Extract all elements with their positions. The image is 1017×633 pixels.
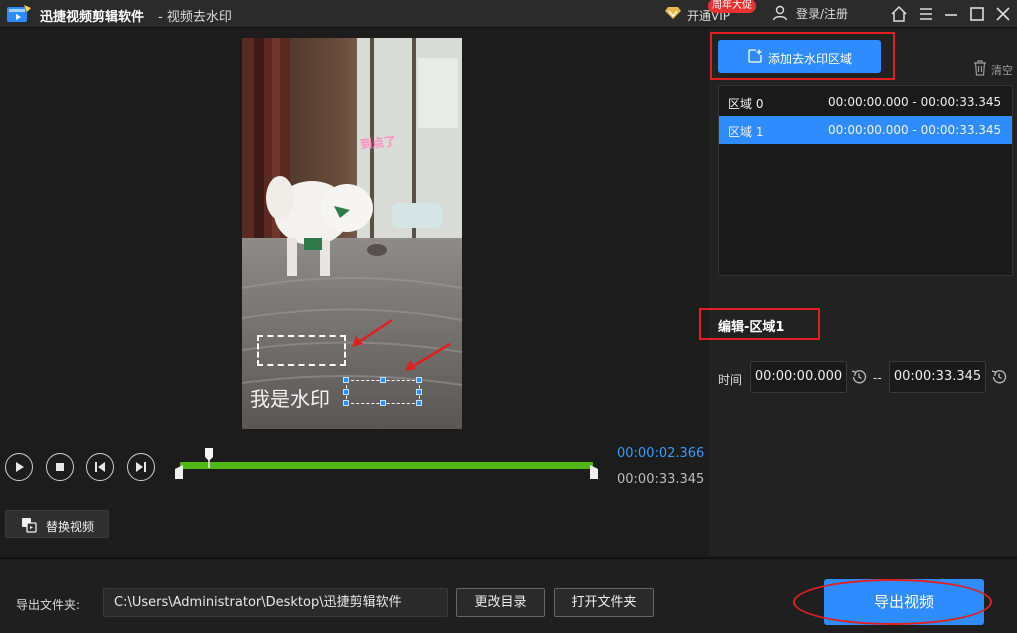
resize-handle[interactable] — [343, 389, 349, 395]
time-label: 时间 — [718, 373, 743, 387]
play-icon — [16, 462, 24, 472]
play-button[interactable] — [5, 453, 33, 481]
playhead-handle[interactable] — [204, 448, 214, 468]
clear-label: 清空 — [991, 64, 1013, 77]
replace-video-label: 替换视频 — [46, 520, 95, 534]
home-icon — [891, 5, 907, 22]
resize-handle[interactable] — [343, 400, 349, 406]
total-time: 00:00:33.345 — [617, 472, 705, 487]
maximize-button[interactable] — [966, 3, 988, 25]
title-bar: 迅捷视频剪辑软件 - 视频去水印 开通VIP 周年大促 登录/注册 — [0, 0, 1017, 28]
resize-handle[interactable] — [343, 377, 349, 383]
menu-icon — [920, 8, 932, 20]
close-icon — [996, 7, 1010, 21]
video-preview[interactable]: 到点了 我是水印 — [242, 38, 462, 429]
annotation-box-edit — [699, 308, 820, 340]
next-frame-button[interactable] — [127, 453, 155, 481]
next-frame-icon — [136, 462, 146, 472]
range-end-handle[interactable] — [590, 465, 598, 479]
minimize-button[interactable] — [940, 3, 962, 25]
end-time-input[interactable]: 00:00:33.345 — [889, 361, 986, 393]
region-list: 区域 0 00:00:00.000 - 00:00:33.345 区域 1 00… — [718, 85, 1013, 276]
timeline-track[interactable] — [180, 462, 593, 469]
time-separator: -- — [873, 371, 882, 385]
resize-handle[interactable] — [416, 400, 422, 406]
home-button[interactable] — [888, 3, 910, 25]
export-path-input[interactable]: C:\Users\Administrator\Desktop\迅捷剪辑软件 — [103, 588, 448, 617]
resize-handle[interactable] — [416, 389, 422, 395]
region-row-1[interactable]: 区域 1 00:00:00.000 - 00:00:33.345 — [719, 116, 1012, 144]
reset-end-time-icon[interactable] — [990, 368, 1008, 386]
region-name: 区域 0 — [728, 97, 764, 111]
timeline[interactable] — [175, 448, 605, 484]
regions-panel: 添加去水印区域 清空 区域 0 00:00:00.000 - 00:00:33.… — [699, 29, 1017, 556]
region-time-range: 00:00:00.000 - 00:00:33.345 — [828, 123, 1002, 137]
open-folder-button[interactable]: 打开文件夹 — [554, 588, 654, 617]
close-button[interactable] — [992, 3, 1014, 25]
vip-button[interactable]: 开通VIP 周年大促 — [665, 0, 760, 26]
login-label: 登录/注册 — [796, 7, 849, 21]
preview-panel: 到点了 我是水印 00:00:02.366 00:00:33.345 替换视频 — [0, 29, 708, 556]
trash-icon — [974, 60, 986, 76]
change-directory-button[interactable]: 更改目录 — [456, 588, 545, 617]
minimize-icon — [945, 14, 957, 16]
annotation-box-add — [710, 32, 895, 80]
start-time-input[interactable]: 00:00:00.000 — [750, 361, 847, 393]
resize-handle[interactable] — [380, 377, 386, 383]
menu-button[interactable] — [915, 3, 937, 25]
maximize-icon — [970, 7, 984, 21]
video-frame-image — [242, 38, 462, 429]
region-time-range: 00:00:00.000 - 00:00:33.345 — [828, 95, 1002, 109]
watermark-region-1[interactable] — [343, 377, 422, 406]
user-icon — [772, 5, 788, 21]
replace-video-button[interactable]: 替换视频 — [5, 510, 109, 538]
resize-handle[interactable] — [416, 377, 422, 383]
reset-start-time-icon[interactable] — [850, 368, 868, 386]
export-video-button[interactable]: 导出视频 — [824, 579, 984, 625]
watermark-region-0[interactable] — [257, 335, 346, 366]
range-start-handle[interactable] — [175, 465, 183, 479]
region-name: 区域 1 — [728, 125, 764, 139]
replace-video-icon — [22, 518, 37, 533]
watermark-text: 我是水印 — [250, 387, 330, 411]
page-title: - 视频去水印 — [158, 10, 232, 25]
region-row-0[interactable]: 区域 0 00:00:00.000 - 00:00:33.345 — [719, 88, 1012, 116]
stop-button[interactable] — [46, 453, 74, 481]
bottom-bar: 导出文件夹: C:\Users\Administrator\Desktop\迅捷… — [0, 557, 1017, 633]
stop-icon — [56, 463, 64, 471]
vip-diamond-icon — [665, 7, 681, 19]
promo-badge: 周年大促 — [708, 0, 756, 13]
app-name: 迅捷视频剪辑软件 — [40, 10, 145, 25]
prev-frame-icon — [95, 462, 105, 472]
app-logo-icon — [7, 5, 31, 22]
current-time: 00:00:02.366 — [617, 446, 705, 461]
prev-frame-button[interactable] — [86, 453, 114, 481]
resize-handle[interactable] — [380, 400, 386, 406]
export-folder-label: 导出文件夹: — [16, 598, 81, 612]
